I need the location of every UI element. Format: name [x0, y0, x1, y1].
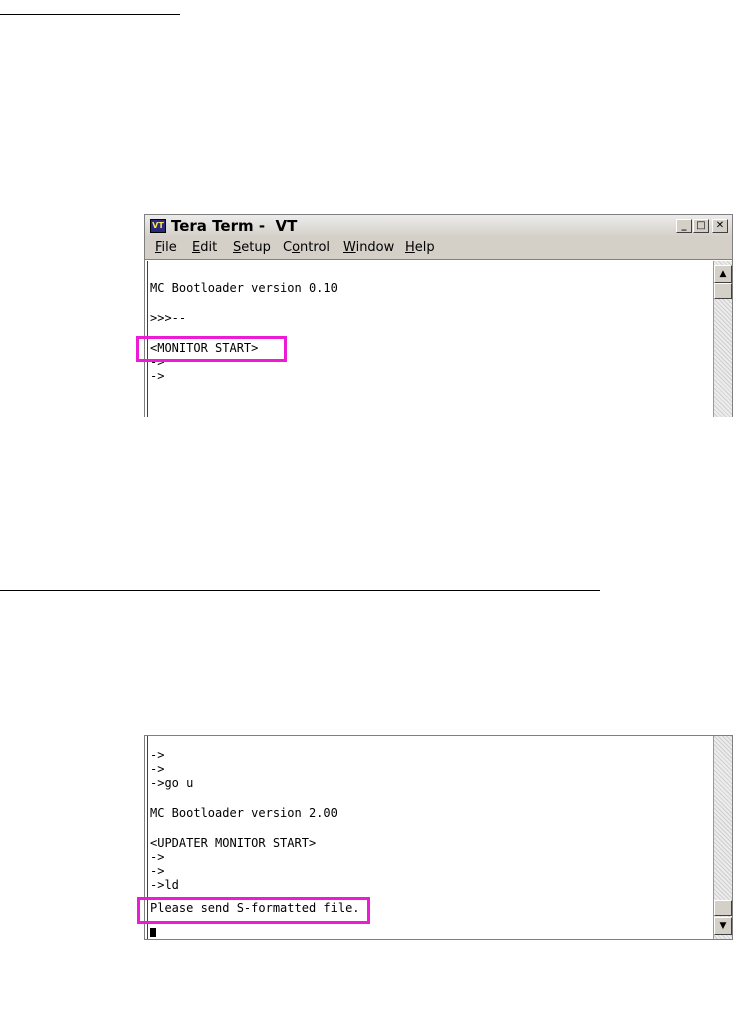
- terminal-line: ->go u: [150, 776, 194, 790]
- vertical-scrollbar[interactable]: ▲: [713, 261, 732, 417]
- text-cursor: [150, 928, 156, 937]
- maximize-icon[interactable]: □: [693, 219, 709, 233]
- app-icon[interactable]: VT: [150, 219, 166, 233]
- menu-help[interactable]: Help: [405, 240, 435, 255]
- terminal-line: ->ld: [150, 878, 179, 892]
- scroll-down-icon[interactable]: ▼: [714, 917, 732, 935]
- minimize-icon[interactable]: _: [676, 219, 692, 233]
- menu-bar: File Edit Setup Control Window Help: [145, 237, 732, 260]
- close-icon[interactable]: ✕: [712, 219, 728, 233]
- scroll-thumb[interactable]: [714, 900, 732, 916]
- terminal-line: ->: [150, 369, 165, 383]
- terminal-line: <UPDATER MONITOR START>: [150, 836, 317, 850]
- menu-edit[interactable]: Edit: [192, 240, 217, 255]
- menu-window[interactable]: Window: [343, 240, 394, 255]
- window-title: Tera Term - VT: [171, 217, 298, 235]
- scroll-thumb[interactable]: [714, 283, 732, 299]
- terminal-line: MC Bootloader version 0.10: [150, 281, 338, 295]
- highlight-box-monitor-start: [136, 336, 287, 362]
- terminal-line: ->: [150, 762, 165, 776]
- highlight-box-send-file: [137, 897, 370, 924]
- terminal-line: ->: [150, 864, 165, 878]
- menu-control[interactable]: Control: [283, 240, 330, 255]
- terminal-line: ->: [150, 850, 165, 864]
- vertical-scrollbar[interactable]: ▼: [713, 736, 732, 939]
- scroll-up-icon[interactable]: ▲: [714, 265, 732, 283]
- title-bar[interactable]: VT Tera Term - VT _ □ ✕: [145, 215, 732, 237]
- terminal-line: MC Bootloader version 2.00: [150, 806, 338, 820]
- menu-file[interactable]: File: [155, 240, 177, 255]
- terminal-line: ->: [150, 748, 165, 762]
- menu-setup[interactable]: Setup: [233, 240, 271, 255]
- tera-term-window: VT Tera Term - VT _ □ ✕ File Edit Setup …: [144, 214, 733, 417]
- section-rule-middle: [0, 590, 600, 591]
- terminal-line: >>>--: [150, 311, 187, 325]
- section-rule-top: [0, 14, 180, 15]
